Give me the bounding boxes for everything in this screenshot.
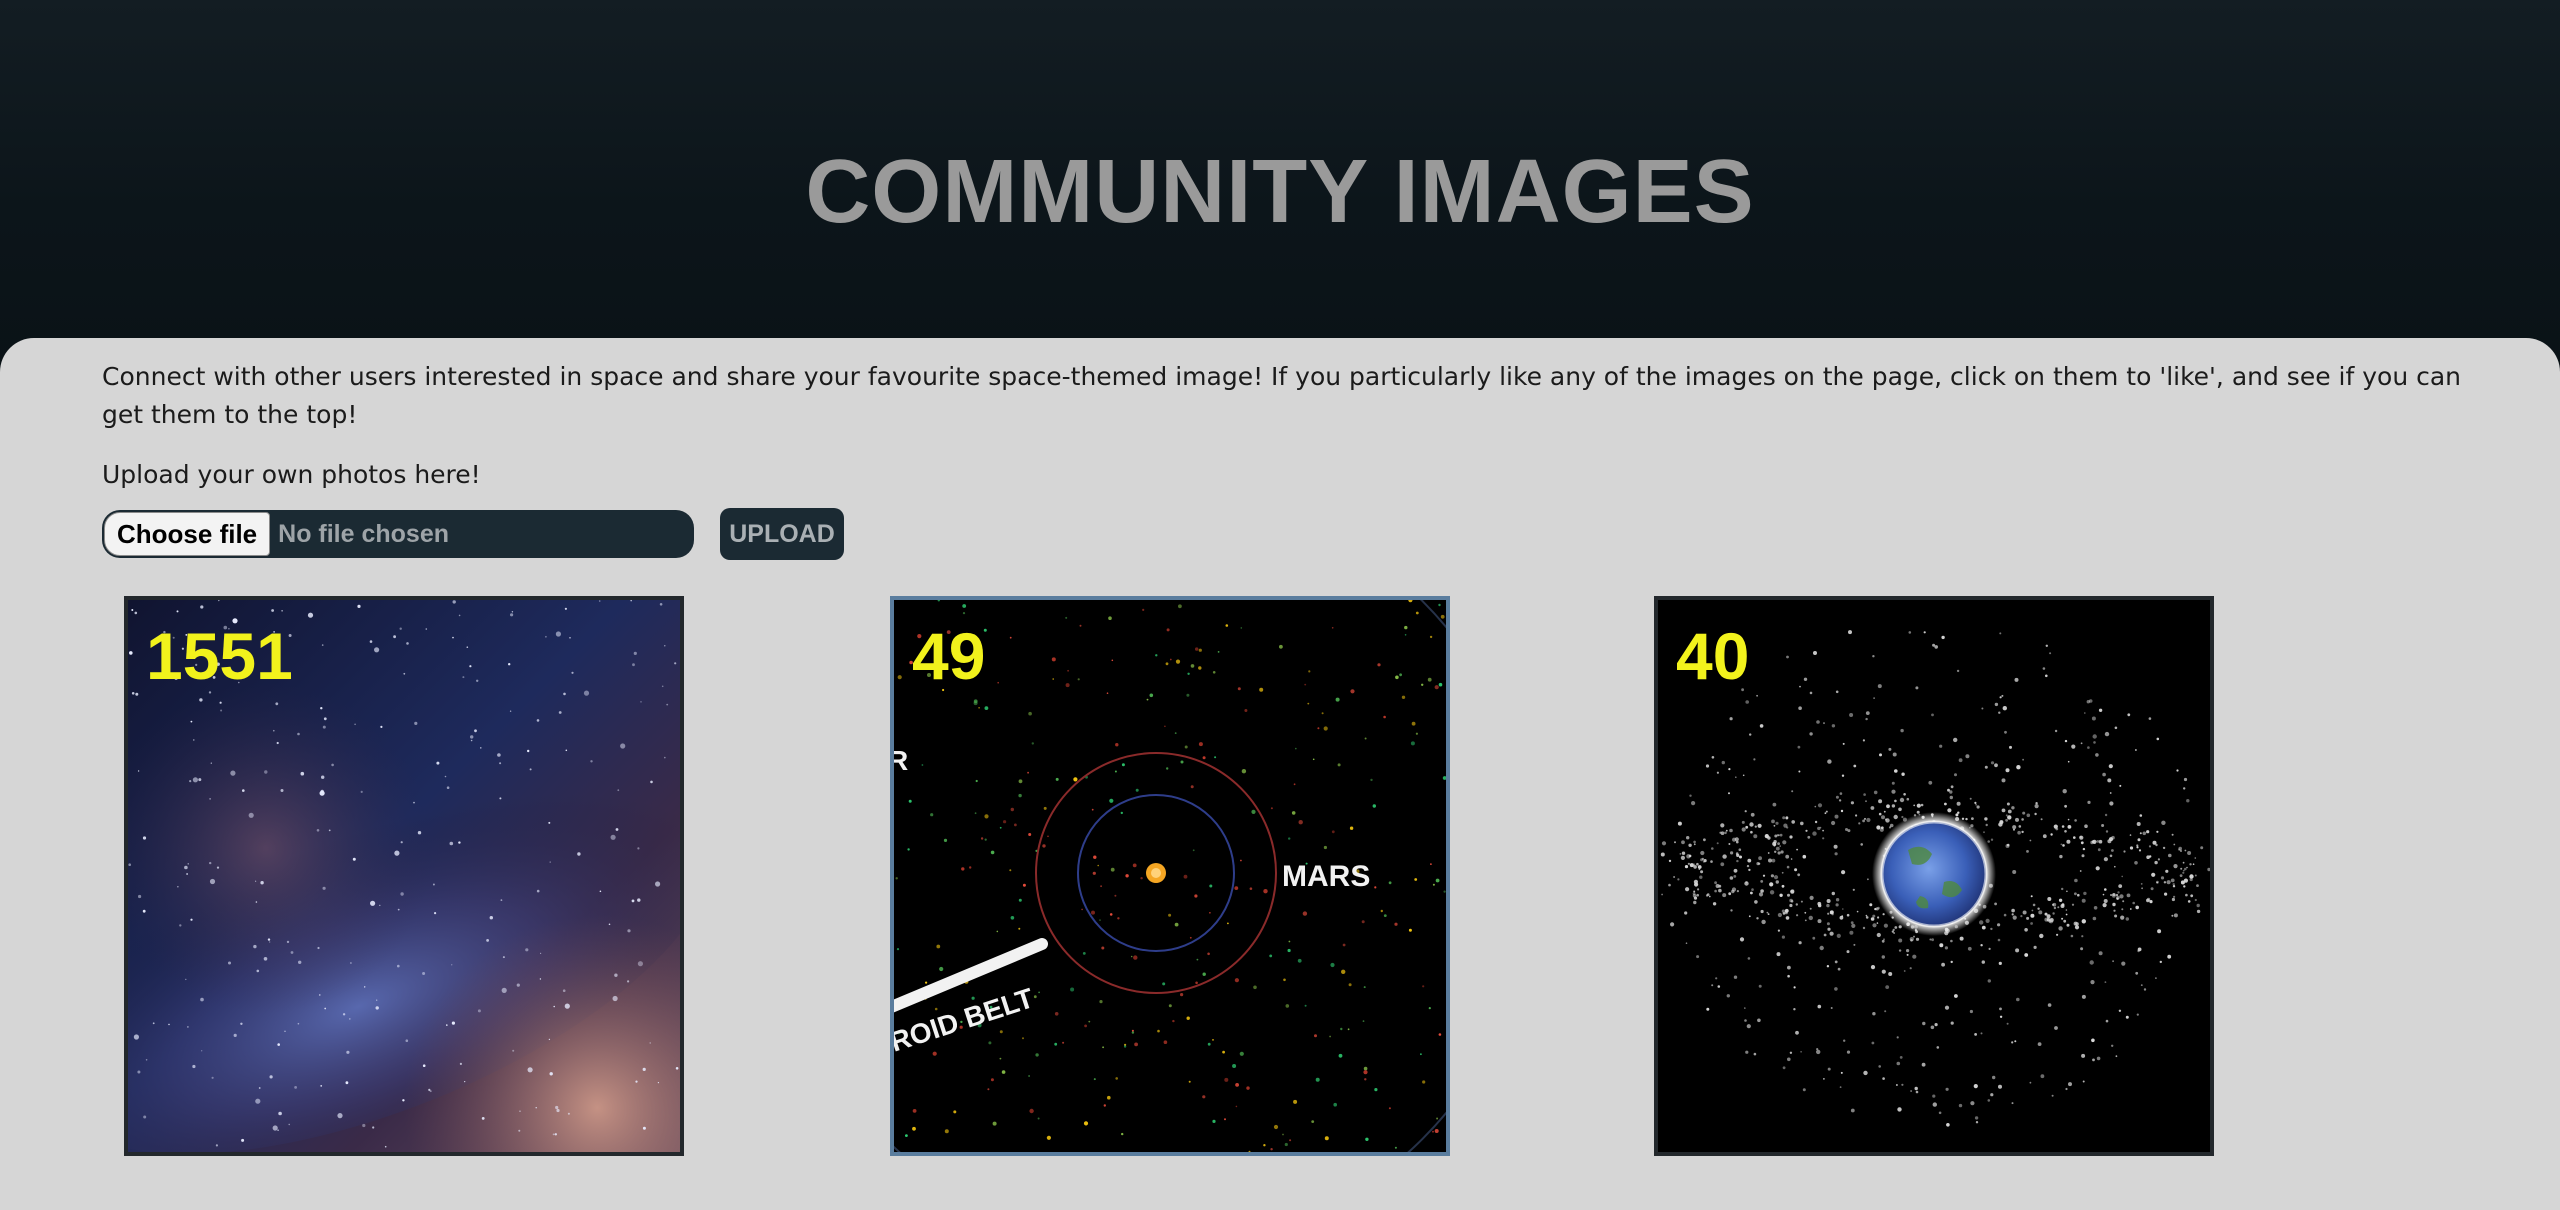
upload-label: Upload your own photos here! [102, 460, 481, 489]
intro-text: Connect with other users interested in s… [102, 362, 2462, 429]
like-count: 40 [1676, 619, 1750, 693]
like-count: 49 [912, 619, 986, 693]
choose-file-button[interactable]: Choose file [104, 512, 271, 556]
main-panel: Connect with other users interested in s… [0, 338, 2560, 1210]
mars-label: MARS [1282, 860, 1370, 893]
gallery-card-solar-system[interactable]: MARS ROID BELT R 49 [890, 596, 1450, 1156]
hero-banner: COMMUNITY IMAGES [0, 0, 2560, 380]
upload-button[interactable]: UPLOAD [720, 508, 844, 560]
like-count: 1551 [146, 619, 293, 693]
edge-label: R [894, 745, 908, 776]
gallery-card-earth-debris[interactable]: 40 [1654, 596, 2214, 1156]
gallery-card-milky-way[interactable]: 1551 [124, 596, 684, 1156]
page-title: COMMUNITY IMAGES [805, 142, 1755, 242]
file-status: No file chosen [278, 519, 450, 548]
file-input[interactable]: Choose file No file chosen [102, 510, 694, 558]
